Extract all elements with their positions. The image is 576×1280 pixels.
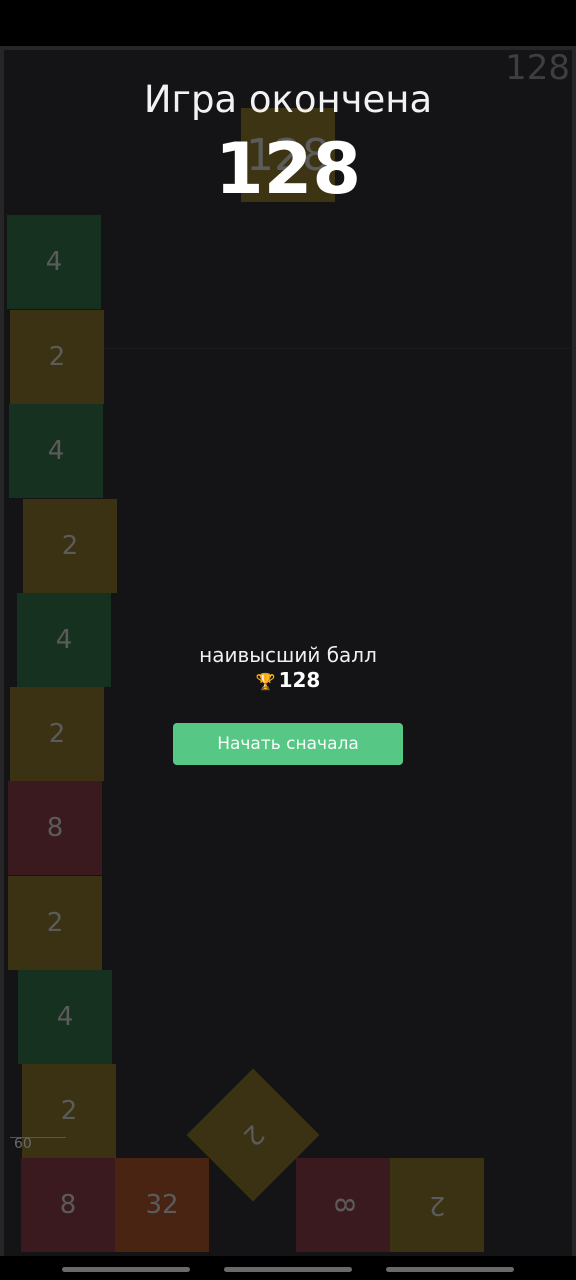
- game-over-title: Игра окончена: [143, 78, 433, 121]
- tile-4: 4: [18, 970, 112, 1064]
- tile-2: 2: [8, 876, 102, 970]
- tile-2-flipped: 2: [390, 1158, 484, 1252]
- tile-8: 8: [8, 781, 102, 875]
- tile-4: 4: [9, 404, 103, 498]
- tile-value: 4: [47, 436, 65, 466]
- best-score-label: наивысший балл: [199, 643, 377, 667]
- tile-value: 32: [145, 1190, 179, 1220]
- tile-value: 2: [46, 908, 64, 938]
- tile-value: 4: [45, 247, 63, 277]
- tile-2: 2: [22, 1064, 116, 1158]
- best-score-value: 128: [278, 668, 321, 692]
- best-score: 🏆 128: [0, 668, 576, 692]
- tile-8-rotated: 8: [296, 1158, 390, 1252]
- tile-value: 2: [48, 719, 66, 749]
- tile-value: 8: [46, 813, 64, 843]
- final-score: 128: [214, 128, 362, 210]
- trophy-icon: 🏆: [255, 672, 276, 691]
- tile-value: 2: [428, 1190, 446, 1220]
- tile-2: 2: [10, 687, 104, 781]
- fps-counter: 60: [14, 1136, 32, 1152]
- tile-value: 8: [59, 1190, 77, 1220]
- nav-back-button[interactable]: [62, 1267, 190, 1272]
- nav-home-button[interactable]: [224, 1267, 352, 1272]
- tile-2: 2: [10, 310, 104, 404]
- tile-value: 4: [56, 1002, 74, 1032]
- status-bar: [0, 0, 576, 46]
- tile-value: 2: [60, 1096, 78, 1126]
- tile-32: 32: [115, 1158, 209, 1252]
- divider: [104, 348, 574, 349]
- tile-value: 2: [48, 342, 66, 372]
- tile-8: 8: [21, 1158, 115, 1252]
- tile-value: 2: [61, 531, 79, 561]
- tile-value: 2: [236, 1118, 270, 1152]
- restart-button[interactable]: Начать сначала: [173, 723, 403, 765]
- tile-value: 8: [327, 1196, 358, 1214]
- nav-recents-button[interactable]: [386, 1267, 514, 1272]
- tile-2: 2: [23, 499, 117, 593]
- tile-4: 4: [7, 215, 101, 309]
